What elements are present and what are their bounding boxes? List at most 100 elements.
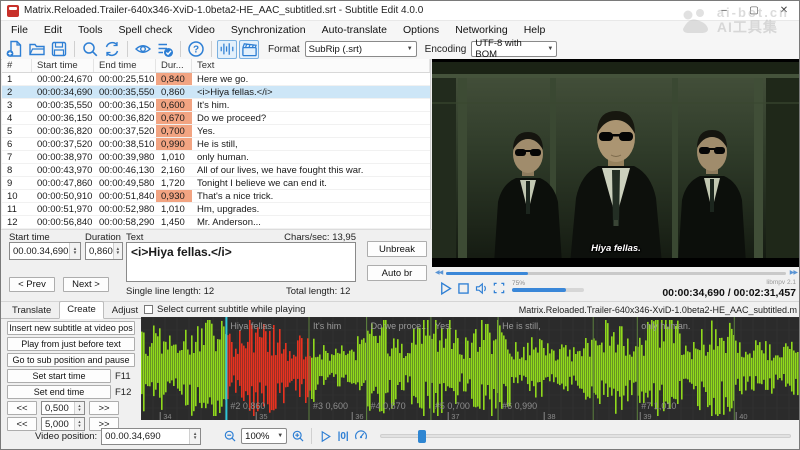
- menu-tools[interactable]: Tools: [70, 22, 111, 38]
- tab-adjust[interactable]: Adjust: [104, 302, 146, 319]
- find-button[interactable]: [80, 40, 100, 59]
- menu-networking[interactable]: Networking: [447, 22, 516, 38]
- subtitle-row-8[interactable]: 800:00:43,97000:00:46,1302,160All of our…: [2, 164, 430, 177]
- waveform-zoom-in-button[interactable]: [289, 427, 307, 445]
- svg-text:36: 36: [355, 412, 363, 420]
- save-button[interactable]: [49, 40, 69, 59]
- subtitle-row-11[interactable]: 1100:00:51,97000:00:52,9801,010Hm, upgra…: [2, 203, 430, 216]
- seek-back-icon[interactable]: ◀◀: [435, 269, 442, 277]
- auto-br-button[interactable]: Auto br: [367, 265, 427, 281]
- waveform-zoom-combobox[interactable]: 100%▼: [241, 428, 287, 444]
- playback-speed-icon[interactable]: [352, 427, 370, 445]
- video-position-input[interactable]: 00.00.34,690 ▲▼: [101, 428, 201, 445]
- svg-text:Hiya fellas.: Hiya fellas.: [230, 321, 274, 331]
- menu-options[interactable]: Options: [395, 22, 447, 38]
- step-forward-button[interactable]: >>: [89, 401, 119, 415]
- video-time-display: 00:00:34,690 / 00:02:31,457: [662, 287, 796, 299]
- svg-text:#7 1,010: #7 1,010: [641, 401, 676, 411]
- play-button[interactable]: [436, 279, 454, 297]
- duration-input[interactable]: 0,860 ▲▼: [85, 242, 123, 260]
- format-label: Format: [268, 44, 300, 55]
- svg-text:?: ?: [193, 45, 199, 56]
- waveform-toggle-button[interactable]: [217, 40, 237, 59]
- column-header[interactable]: Start time: [32, 59, 94, 72]
- spinner-arrows-icon[interactable]: ▲▼: [113, 243, 122, 259]
- menu-auto-translate[interactable]: Auto-translate: [314, 22, 395, 38]
- insert-new-subtitle-at-video-pos-button[interactable]: Insert new subtitle at video pos: [7, 321, 135, 335]
- menu-synchronization[interactable]: Synchronization: [223, 22, 314, 38]
- next-button[interactable]: Next >: [63, 277, 109, 292]
- open-file-button[interactable]: [27, 40, 47, 59]
- fix-common-errors-button[interactable]: [155, 40, 175, 59]
- start-time-input[interactable]: 00.00.34,690 ▲▼: [9, 242, 81, 260]
- maximize-button[interactable]: ▢: [739, 1, 769, 20]
- spinner-arrows-icon[interactable]: ▲▼: [74, 402, 84, 414]
- select-current-subtitle-checkbox[interactable]: [144, 305, 153, 314]
- replace-button[interactable]: [102, 40, 122, 59]
- svg-text:He is still,: He is still,: [502, 321, 541, 331]
- fullscreen-button[interactable]: [490, 279, 508, 297]
- menu-help[interactable]: Help: [516, 22, 554, 38]
- set-start-time-button[interactable]: Set start time: [7, 369, 111, 383]
- encoding-label: Encoding: [425, 44, 467, 55]
- subtitle-row-9[interactable]: 900:00:47,86000:00:49,5801,720Tonight I …: [2, 177, 430, 190]
- seek-forward-icon[interactable]: ▶▶: [790, 269, 797, 277]
- video-toggle-button[interactable]: [239, 40, 259, 59]
- duration-cell: 0,700: [156, 125, 192, 137]
- waveform-play-button[interactable]: [316, 427, 334, 445]
- tab-translate[interactable]: Translate: [4, 302, 59, 319]
- video-seek-bar[interactable]: [446, 272, 786, 275]
- subtitle-text-input[interactable]: <i>Hiya fellas.</i>: [126, 242, 356, 282]
- slider-thumb[interactable]: [418, 430, 426, 443]
- waveform-position-slider[interactable]: [380, 434, 791, 438]
- play-from-just-before-text-button[interactable]: Play from just before text: [7, 337, 135, 351]
- column-header[interactable]: #: [2, 59, 32, 72]
- duration-cell: 0,600: [156, 99, 192, 111]
- waveform-zoom-out-button[interactable]: [221, 427, 239, 445]
- column-header[interactable]: Text: [192, 59, 430, 72]
- menu-edit[interactable]: Edit: [36, 22, 70, 38]
- go-to-sub-position-and-pause-button[interactable]: Go to sub position and pause: [7, 353, 135, 367]
- spinner-arrows-icon[interactable]: ▲▼: [69, 243, 80, 259]
- encoding-combobox[interactable]: UTF-8 with BOM▼: [471, 41, 557, 57]
- new-file-button[interactable]: [5, 40, 25, 59]
- spinner-arrows-icon[interactable]: ▲▼: [189, 429, 200, 444]
- subtitle-row-2[interactable]: 200:00:34,69000:00:35,5500,860<i>Hiya fe…: [2, 86, 430, 99]
- video-display[interactable]: Hiya fellas.: [432, 59, 800, 267]
- set-end-time-button[interactable]: Set end time: [7, 385, 111, 399]
- stop-button[interactable]: [454, 279, 472, 297]
- help-button[interactable]: ?: [186, 40, 206, 59]
- subtitle-row-12[interactable]: 1200:00:56,84000:00:58,2901,450Mr. Ander…: [2, 216, 430, 229]
- subtitle-row-10[interactable]: 1000:00:50,91000:00:51,8400,930That's a …: [2, 190, 430, 203]
- subtitle-row-5[interactable]: 500:00:36,82000:00:37,5200,700Yes.: [2, 125, 430, 138]
- column-header[interactable]: Dur...: [156, 59, 192, 72]
- prev-button[interactable]: < Prev: [9, 277, 55, 292]
- volume-icon[interactable]: [472, 279, 490, 297]
- center-position-button[interactable]: |0|: [334, 427, 352, 445]
- format-combobox[interactable]: SubRip (.srt)▼: [305, 41, 417, 57]
- subtitle-row-1[interactable]: 100:00:24,67000:00:25,5100,840Here we go…: [2, 73, 430, 86]
- tab-create[interactable]: Create: [59, 301, 104, 319]
- menu-file[interactable]: File: [3, 22, 36, 38]
- main-toolbar: ? Format SubRip (.srt)▼ Encoding UTF-8 w…: [1, 39, 799, 60]
- volume-slider[interactable]: [512, 288, 584, 292]
- minimize-button[interactable]: –: [709, 1, 739, 20]
- step-amount-input-1[interactable]: 0,500▲▼: [41, 401, 85, 415]
- menu-video[interactable]: Video: [180, 22, 223, 38]
- toolbar-separator: [74, 41, 75, 57]
- step-back-button[interactable]: <<: [7, 401, 37, 415]
- video-subtitle-overlay: Hiya fellas.: [432, 243, 800, 254]
- title-bar: Matrix.Reloaded.Trailer-640x346-XviD-1.0…: [1, 1, 799, 21]
- subtitle-row-6[interactable]: 600:00:37,52000:00:38,5100,990He is stil…: [2, 138, 430, 151]
- subtitle-row-7[interactable]: 700:00:38,97000:00:39,9801,010only human…: [2, 151, 430, 164]
- close-button[interactable]: ✕: [769, 1, 799, 20]
- subtitle-list: #Start timeEnd timeDur...Text100:00:24,6…: [2, 59, 431, 229]
- unbreak-button[interactable]: Unbreak: [367, 241, 427, 257]
- subtitle-row-4[interactable]: 400:00:36,15000:00:36,8200,670Do we proc…: [2, 112, 430, 125]
- menu-spell-check[interactable]: Spell check: [111, 22, 181, 38]
- subtitle-row-3[interactable]: 300:00:35,55000:00:36,1500,600It's him.: [2, 99, 430, 112]
- column-header[interactable]: End time: [94, 59, 156, 72]
- create-panel: TranslateCreateAdjust Insert new subtitl…: [1, 302, 141, 430]
- waveform-display[interactable]: Hiya fellas.#2 0,860It's him#3 0,600Do w…: [141, 317, 800, 420]
- visual-sync-button[interactable]: [133, 40, 153, 59]
